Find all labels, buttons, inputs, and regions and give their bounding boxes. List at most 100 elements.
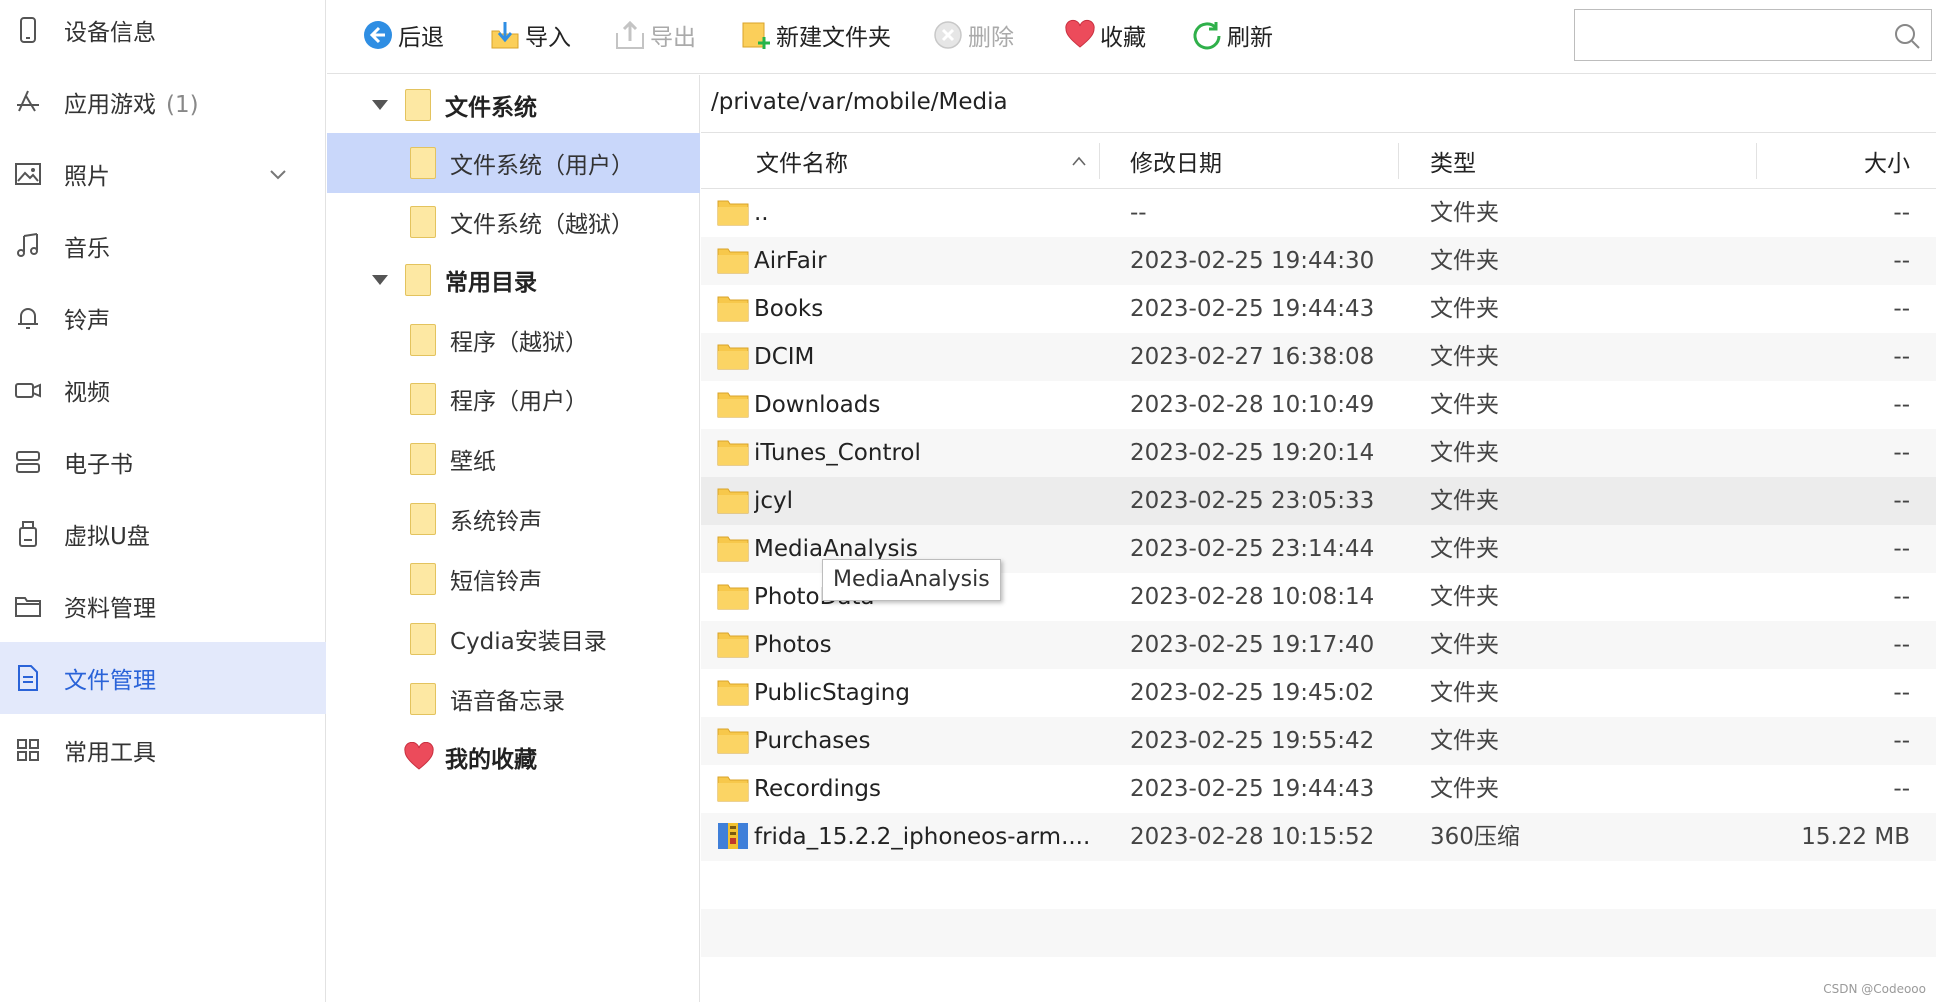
tree-item-sms-ringtones[interactable]: 短信铃声 [327,549,700,609]
sidebar-item-apps-games[interactable]: 应用游戏 (1) [0,66,326,138]
back-button[interactable]: 后退 [362,16,444,54]
sidebar-item-virtual-udisk[interactable]: 虚拟U盘 [0,498,326,570]
tree-item-file-system[interactable]: 文件系统 [327,75,700,135]
left-sidebar: 设备信息 应用游戏 (1) 照片 音乐 铃声 视频 电子书 虚拟U盘 资料管理 … [0,0,326,1002]
column-label: 文件名称 [756,151,848,177]
file-row[interactable]: Purchases 2023-02-25 19:55:42 文件夹 -- [701,717,1936,765]
file-modified-date: 2023-02-25 19:44:43 [1130,296,1375,322]
tree-item-file-system-jailbreak[interactable]: 文件系统（越狱） [327,192,700,252]
export-button[interactable]: 导出 [614,16,696,54]
column-divider[interactable] [1099,143,1100,179]
delete-button[interactable]: 删除 [932,16,1014,54]
file-name: Books [754,296,824,322]
new-folder-button[interactable]: 新建文件夹 [740,16,891,54]
path-bar[interactable]: /private/var/mobile/Media [701,75,1936,133]
sidebar-item-label: 照片 [64,164,110,190]
sidebar-item-music[interactable]: 音乐 [0,210,326,282]
file-row[interactable]: DCIM 2023-02-27 16:38:08 文件夹 -- [701,333,1936,381]
export-icon [614,19,646,51]
file-size: -- [1893,200,1910,226]
sidebar-item-ringtones[interactable]: 铃声 [0,282,326,354]
sidebar-item-common-tools[interactable]: 常用工具 [0,714,326,786]
file-row[interactable]: PublicStaging 2023-02-25 19:45:02 文件夹 -- [701,669,1936,717]
file-modified-date: 2023-02-25 19:17:40 [1130,632,1375,658]
file-type: 文件夹 [1430,728,1499,754]
favorite-button[interactable]: 收藏 [1064,16,1146,54]
folder-icon [410,683,436,715]
file-row[interactable]: frida_15.2.2_iphoneos-arm.... 2023-02-28 … [701,813,1936,861]
column-header-name[interactable]: 文件名称 [756,133,848,189]
tree-item-cydia-dir[interactable]: Cydia安装目录 [327,609,700,669]
file-size: 15.22 MB [1801,824,1910,850]
file-size: -- [1893,248,1910,274]
file-size: -- [1893,728,1910,754]
phone-icon [12,14,44,46]
app-store-icon [12,86,44,118]
column-header-modified[interactable]: 修改日期 [1130,133,1222,189]
tree-item-label: 文件系统（用户） [450,153,634,179]
folder-icon [405,89,431,121]
tree-item-label: 语音备忘录 [450,689,565,715]
sidebar-item-data-management[interactable]: 资料管理 [0,570,326,642]
file-type: 文件夹 [1430,248,1499,274]
search-icon[interactable] [1893,22,1921,50]
sidebar-item-videos[interactable]: 视频 [0,354,326,426]
sidebar-item-label: 视频 [64,380,110,406]
tree-item-apps-user[interactable]: 程序（用户） [327,369,700,429]
expand-arrow-icon[interactable] [372,275,388,285]
sidebar-item-label: 常用工具 [64,740,156,766]
file-modified-date: 2023-02-25 19:20:14 [1130,440,1375,466]
file-row[interactable]: .. -- 文件夹 -- [701,189,1936,237]
file-row[interactable]: Books 2023-02-25 19:44:43 文件夹 -- [701,285,1936,333]
folder-icon [717,774,749,802]
folder-icon [717,534,749,562]
tree-item-wallpaper[interactable]: 壁纸 [327,429,700,489]
expand-arrow-icon[interactable] [372,100,388,110]
file-type: 文件夹 [1430,200,1499,226]
tree-item-my-favorites[interactable]: 我的收藏 [327,727,700,787]
file-type: 文件夹 [1430,632,1499,658]
file-modified-date: 2023-02-25 23:05:33 [1130,488,1375,514]
tree-item-system-ringtones[interactable]: 系统铃声 [327,489,700,549]
folder-icon [410,324,436,356]
grid-icon [12,734,44,766]
file-type: 文件夹 [1430,440,1499,466]
search-input[interactable] [1583,16,1883,54]
folder-icon [717,486,749,514]
column-divider[interactable] [1756,143,1757,179]
refresh-button[interactable]: 刷新 [1191,16,1273,54]
tree-item-label: 程序（越狱） [450,330,588,356]
delete-icon [932,19,964,51]
file-row[interactable]: jcyl 2023-02-25 23:05:33 文件夹 -- [701,477,1936,525]
sidebar-item-photos[interactable]: 照片 [0,138,326,210]
sidebar-item-device-info[interactable]: 设备信息 [0,0,326,66]
tree-item-voice-memos[interactable]: 语音备忘录 [327,669,700,729]
import-button[interactable]: 导入 [489,16,571,54]
book-icon [12,446,44,478]
file-row[interactable]: iTunes_Control 2023-02-25 19:20:14 文件夹 -- [701,429,1936,477]
tree-item-apps-jailbreak[interactable]: 程序（越狱） [327,310,700,370]
column-header-size[interactable]: 大小 [1864,133,1910,189]
folder-icon [717,246,749,274]
tree-item-label: 系统铃声 [450,509,542,535]
sidebar-item-ebooks[interactable]: 电子书 [0,426,326,498]
column-divider[interactable] [1398,143,1399,179]
file-name: iTunes_Control [754,440,921,466]
music-note-icon [12,230,44,262]
folder-icon [717,294,749,322]
sidebar-item-file-management[interactable]: 文件管理 [0,642,326,714]
tree-item-label: 我的收藏 [445,747,537,773]
file-name: frida_15.2.2_iphoneos-arm.... [754,824,1091,850]
column-header-type[interactable]: 类型 [1430,133,1476,189]
file-row[interactable]: Downloads 2023-02-28 10:10:49 文件夹 -- [701,381,1936,429]
file-row[interactable]: Recordings 2023-02-25 19:44:43 文件夹 -- [701,765,1936,813]
file-name: Purchases [754,728,871,754]
file-size: -- [1893,296,1910,322]
file-row[interactable]: AirFair 2023-02-25 19:44:30 文件夹 -- [701,237,1936,285]
file-row[interactable]: Photos 2023-02-25 19:17:40 文件夹 -- [701,621,1936,669]
chevron-down-icon[interactable] [268,164,288,184]
file-size: -- [1893,536,1910,562]
folder-icon [410,147,436,179]
tree-item-common-dirs[interactable]: 常用目录 [327,250,700,310]
tree-item-file-system-user[interactable]: 文件系统（用户） [327,133,700,193]
